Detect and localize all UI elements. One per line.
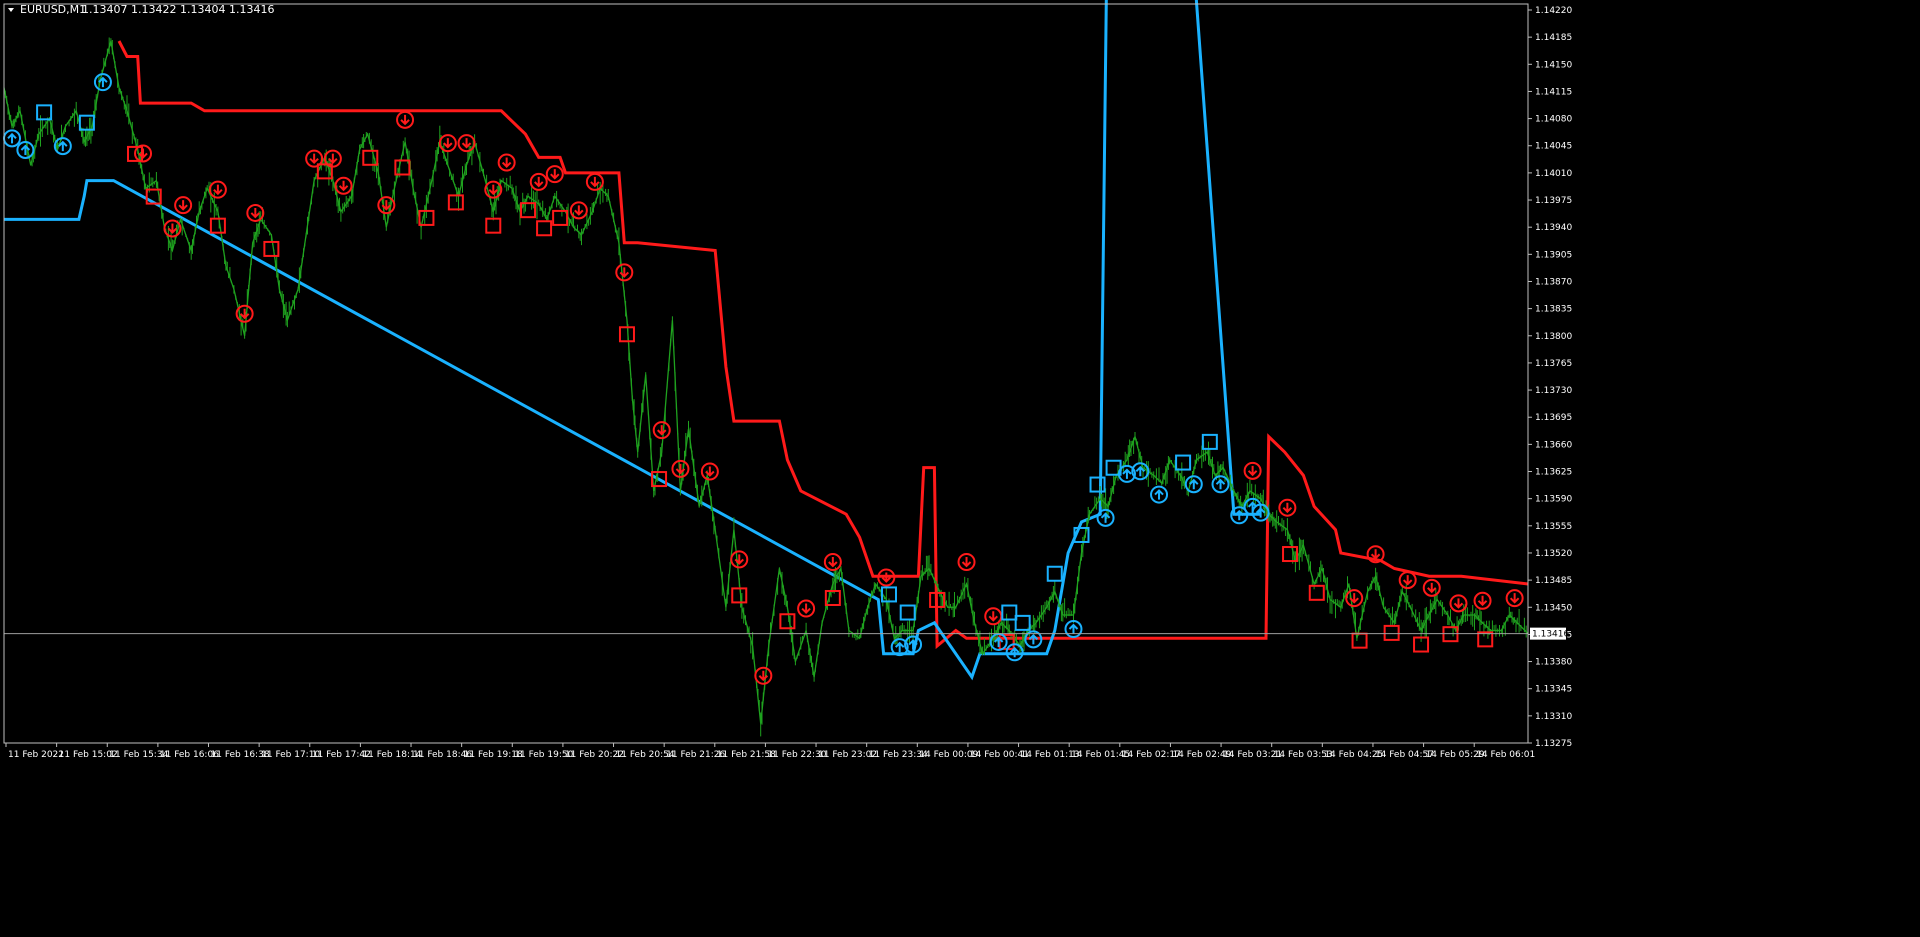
chart-background [0,0,1920,937]
price-tick-label: 1.13450 [1535,603,1572,613]
price-tick-label: 1.13555 [1535,522,1572,532]
price-tick-label: 1.13660 [1535,440,1572,450]
ohlc-quotes: 1.13407 1.13422 1.13404 1.13416 [82,3,274,16]
price-chart[interactable]: 1.14220 1.14185 1.14150 1.14115 1.14080 1.140… [0,0,1920,937]
current-price-label: 1.13416 [1532,630,1569,640]
time-tick-label: 14 Feb 06:01 [1476,750,1535,760]
price-tick-label: 1.13590 [1535,495,1572,505]
price-tick-label: 1.13520 [1535,549,1572,559]
price-tick-label: 1.13905 [1535,250,1572,260]
price-tick-label: 1.13380 [1535,658,1572,668]
price-tick-label: 1.13870 [1535,277,1572,287]
price-tick-label: 1.13625 [1535,468,1572,478]
price-tick-label: 1.13835 [1535,305,1572,315]
price-tick-label: 1.13695 [1535,413,1572,423]
time-tick-label: 11 Feb 2022 [8,750,64,760]
price-tick-label: 1.13800 [1535,332,1572,342]
price-tick-label: 1.13730 [1535,386,1572,396]
price-tick-label: 1.13310 [1535,712,1572,722]
price-tick-label: 1.14115 [1535,87,1572,97]
price-tick-label: 1.14045 [1535,142,1572,152]
price-tick-label: 1.13275 [1535,739,1572,749]
price-tick-label: 1.14185 [1535,33,1572,43]
price-tick-label: 1.13485 [1535,576,1572,586]
chart-header: EURUSD,M1 1.13407 1.13422 1.13404 1.1341… [8,3,274,16]
symbol-label: EURUSD,M1 [20,3,86,16]
price-tick-label: 1.13940 [1535,223,1572,233]
price-tick-label: 1.14150 [1535,60,1572,70]
price-tick-label: 1.14080 [1535,115,1572,125]
price-tick-label: 1.13765 [1535,359,1572,369]
price-tick-label: 1.14220 [1535,6,1572,16]
price-tick-label: 1.13975 [1535,196,1572,206]
price-tick-label: 1.14010 [1535,169,1572,179]
price-tick-label: 1.13345 [1535,685,1572,695]
